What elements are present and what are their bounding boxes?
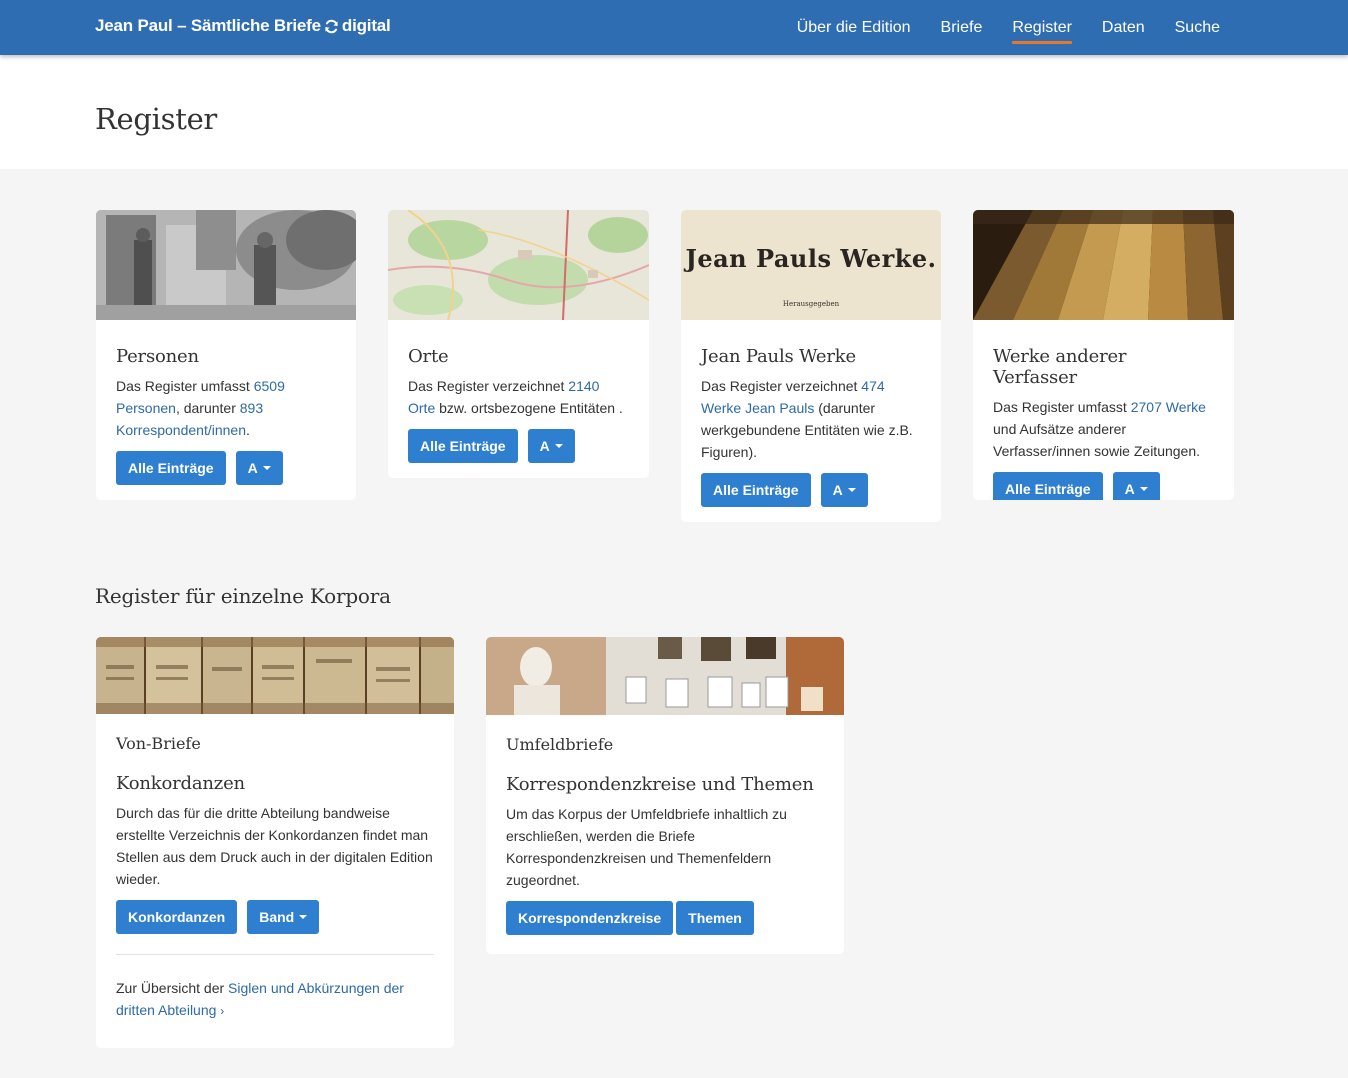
museum-room-image xyxy=(486,637,844,715)
section-title-korpora: Register für einzelne Korpora xyxy=(95,584,391,608)
card-description: Um das Korpus der Umfeldbriefe inhaltlic… xyxy=(506,806,787,888)
letter-dropdown-button[interactable]: A xyxy=(820,473,868,507)
nav-item-register[interactable]: Register xyxy=(1012,13,1072,44)
card-personen: Personen Das Register umfasst 6509 Perso… xyxy=(96,210,356,500)
nav-item-daten[interactable]: Daten xyxy=(1102,13,1145,43)
page-header: Register xyxy=(0,55,1348,169)
card-description: Durch das für die dritte Abteilung bandw… xyxy=(116,805,433,887)
konkordanzen-button[interactable]: Konkordanzen xyxy=(116,900,238,934)
band-dropdown-button[interactable]: Band xyxy=(247,900,320,934)
card-title: Jean Pauls Werke xyxy=(701,346,856,367)
book-subtitle-text: Herausgegeben xyxy=(782,300,840,308)
book-title-text: Jean Pauls Werke. xyxy=(685,244,937,273)
card-title: Korrespondenzkreise und Themen xyxy=(506,774,814,795)
caret-down-icon xyxy=(554,444,563,448)
corpus-label: Von-Briefe xyxy=(116,734,201,753)
korrespondenzkreise-button[interactable]: Korrespondenzkreise xyxy=(506,901,674,935)
page-title: Register xyxy=(95,102,217,136)
chevron-right-icon: › xyxy=(220,1004,225,1018)
navbar: Jean Paul – Sämtliche Briefe digital Übe… xyxy=(0,0,1348,55)
caret-down-icon xyxy=(262,466,271,470)
corpus-label: Umfeldbriefe xyxy=(506,735,614,754)
main-nav: Über die Edition Briefe Register Daten S… xyxy=(767,0,1220,55)
card-description: Das Register verzeichnet 2140 Orte bzw. … xyxy=(408,378,623,416)
card-von-briefe: Von-Briefe Konkordanzen Durch das für di… xyxy=(96,637,454,1048)
card-title: Werke anderer Verfasser xyxy=(993,346,1127,388)
link-werke-anderer-count[interactable]: 2707 Werke xyxy=(1131,399,1206,415)
map-image xyxy=(388,210,649,320)
caret-down-icon xyxy=(847,488,856,492)
card-description: Das Register verzeichnet 474 Werke Jean … xyxy=(701,378,913,460)
nav-item-edition[interactable]: Über die Edition xyxy=(797,13,911,43)
alle-eintraege-button[interactable]: Alle Einträge xyxy=(408,429,518,463)
nav-item-suche[interactable]: Suche xyxy=(1175,13,1220,43)
card-jean-pauls-werke: Jean Pauls Werke. Herausgegeben Jean Pau… xyxy=(681,210,941,522)
engraving-image xyxy=(96,210,356,320)
alle-eintraege-button[interactable]: Alle Einträge xyxy=(116,451,226,485)
caret-down-icon xyxy=(299,915,308,919)
card-footer-text: Zur Übersicht der Siglen und Abkürzungen… xyxy=(116,980,404,1018)
brand-title: Jean Paul – Sämtliche Briefe xyxy=(95,16,321,35)
book-title-image: Jean Pauls Werke. Herausgegeben xyxy=(681,210,941,320)
card-orte: Orte Das Register verzeichnet 2140 Orte … xyxy=(388,210,649,478)
card-umfeldbriefe: Umfeldbriefe Korrespondenzkreise und The… xyxy=(486,637,844,954)
card-title: Konkordanzen xyxy=(116,773,245,794)
book-spines-image xyxy=(96,637,454,714)
sync-icon xyxy=(325,19,338,33)
letter-dropdown-button[interactable]: A xyxy=(235,451,283,485)
letter-dropdown-button[interactable]: A xyxy=(1112,472,1160,500)
divider xyxy=(116,954,434,955)
card-description: Das Register umfasst 2707 Werke und Aufs… xyxy=(993,399,1206,459)
letter-dropdown-button[interactable]: A xyxy=(527,429,575,463)
card-title: Personen xyxy=(116,346,199,367)
brand-link[interactable]: Jean Paul – Sämtliche Briefe digital xyxy=(95,16,391,36)
card-werke-anderer-verfasser: Werke anderer Verfasser Das Register umf… xyxy=(973,210,1234,500)
books-shelf-image xyxy=(973,210,1234,320)
alle-eintraege-button[interactable]: Alle Einträge xyxy=(701,473,811,507)
card-title: Orte xyxy=(408,346,449,367)
caret-down-icon xyxy=(1139,487,1148,491)
brand-suffix: digital xyxy=(341,16,391,35)
card-description: Das Register umfasst 6509 Personen, daru… xyxy=(116,378,285,438)
nav-item-briefe[interactable]: Briefe xyxy=(941,13,983,43)
themen-button[interactable]: Themen xyxy=(676,901,754,935)
alle-eintraege-button[interactable]: Alle Einträge xyxy=(993,472,1103,500)
